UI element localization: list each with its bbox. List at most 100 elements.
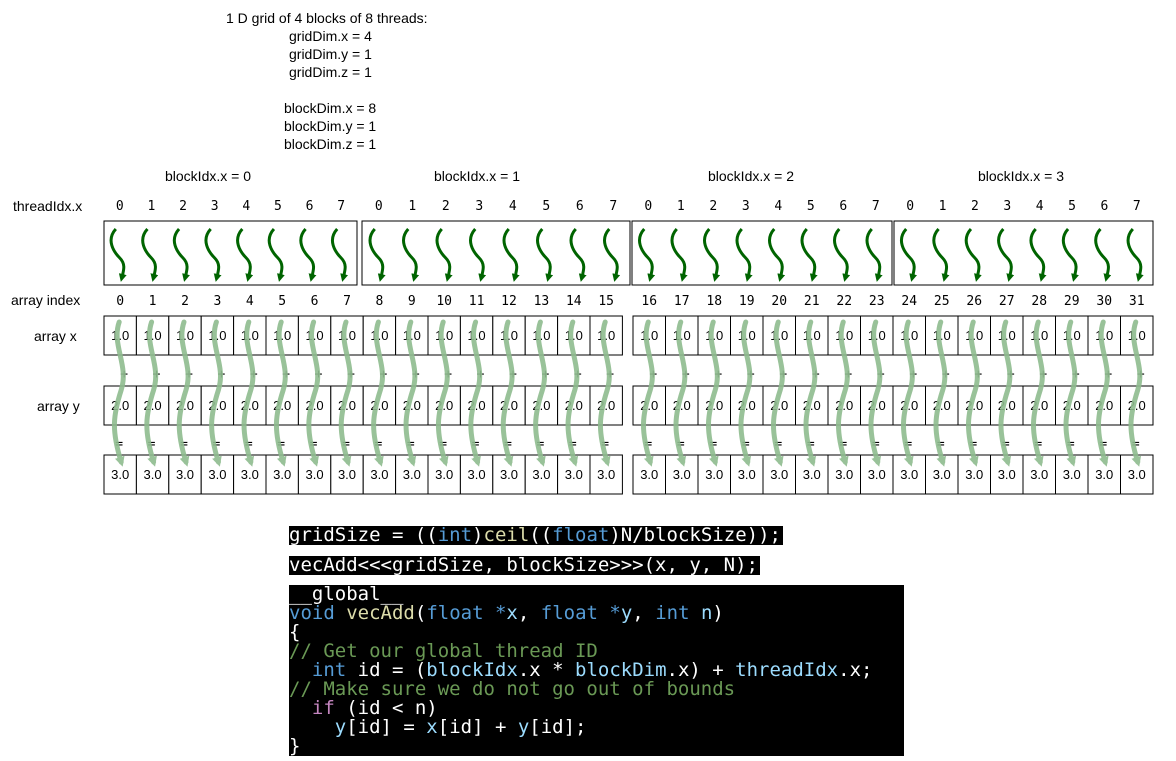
thread-index-0-1: 1 — [148, 199, 156, 214]
array-x-cell-value: 1.0 — [532, 328, 550, 343]
thread-index-0-3: 3 — [211, 199, 219, 214]
code-token: vecAdd<<<gridSize, blockSize>>>(x, y, N)… — [289, 554, 758, 576]
code-token: float — [426, 602, 484, 624]
code-token: threadIdx — [735, 659, 839, 681]
array-x-cell-value: 1.0 — [933, 328, 951, 343]
thread-index-1-1: 1 — [408, 199, 416, 214]
code-token: float — [540, 602, 598, 624]
code-token: gridSize = (( — [289, 524, 438, 546]
thread-index-2-5: 5 — [807, 199, 815, 214]
array-x-cell-value: 1.0 — [705, 328, 723, 343]
array-index-12: 12 — [501, 294, 517, 309]
code-token: x — [426, 716, 438, 738]
array-index-26: 26 — [966, 294, 982, 309]
array-x-cell-value: 1.0 — [965, 328, 983, 343]
thread-index-1-2: 2 — [442, 199, 450, 214]
array-index-11: 11 — [469, 294, 485, 309]
array-index-19: 19 — [739, 294, 755, 309]
block-box-2 — [631, 220, 893, 286]
array-index-22: 22 — [836, 294, 852, 309]
code-kernel-block: __global__ void vecAdd(float *x, float *y… — [289, 585, 904, 756]
thread-index-2-4: 4 — [774, 199, 782, 214]
array-index-14: 14 — [566, 294, 582, 309]
array-x-cell-value: 1.0 — [803, 328, 821, 343]
result-cell-value: 3.0 — [403, 467, 421, 482]
code-gridsize-line: gridSize = ((int)ceil((float)N/blockSize… — [289, 526, 783, 545]
code-token: (( — [529, 524, 553, 546]
code-token: * — [483, 602, 507, 624]
result-cell-value: 3.0 — [565, 467, 583, 482]
thread-index-3-6: 6 — [1101, 199, 1109, 214]
result-cell-value: 3.0 — [597, 467, 615, 482]
thread-index-0-7: 7 — [337, 199, 345, 214]
thread-index-1-0: 0 — [375, 199, 383, 214]
array-index-18: 18 — [706, 294, 722, 309]
array-x-cell-value: 1.0 — [468, 328, 486, 343]
cuda-grid-diagram: 1 D grid of 4 blocks of 8 threads: gridD… — [11, 10, 1154, 495]
result-cell-value: 3.0 — [111, 467, 129, 482]
array-x-cell-value: 1.0 — [1063, 328, 1081, 343]
block-box-0 — [103, 220, 358, 286]
array-x-cell-value: 1.0 — [1095, 328, 1113, 343]
code-token: int — [655, 602, 690, 624]
header-blockdim-x: blockDim.x = 8 — [284, 100, 376, 116]
thread-index-3-1: 1 — [939, 199, 947, 214]
thread-index-3-0: 0 — [906, 199, 914, 214]
result-cell-value: 3.0 — [370, 467, 388, 482]
array-index-10: 10 — [436, 294, 452, 309]
code-token: .x; — [838, 659, 873, 681]
array-index-30: 30 — [1096, 294, 1112, 309]
code-token: ) — [712, 602, 724, 624]
array-x-cell-value: 1.0 — [770, 328, 788, 343]
code-token: [id] + — [437, 716, 518, 738]
block-box-3 — [893, 220, 1154, 286]
diagram-stage: 1 D grid of 4 blocks of 8 threads: gridD… — [0, 0, 1176, 761]
result-cell-value: 3.0 — [900, 467, 918, 482]
array-index-0: 0 — [116, 294, 124, 309]
block-label-2: blockIdx.x = 2 — [708, 168, 794, 184]
array-x-cell-value: 1.0 — [900, 328, 918, 343]
result-cell-value: 3.0 — [803, 467, 821, 482]
array-index-5: 5 — [278, 294, 286, 309]
code-token: , — [517, 602, 541, 624]
result-cell-value: 3.0 — [673, 467, 691, 482]
array-index-3: 3 — [213, 294, 221, 309]
array-index-27: 27 — [999, 294, 1015, 309]
code-token: [id]; — [529, 716, 587, 738]
array-x-cell-value: 1.0 — [1128, 328, 1146, 343]
code-token: n — [700, 602, 713, 624]
thread-index-3-4: 4 — [1036, 199, 1044, 214]
code-launch-line: vecAdd<<<gridSize, blockSize>>>(x, y, N)… — [289, 556, 760, 575]
array-x-cell-value: 1.0 — [111, 328, 129, 343]
array-x-cell-value: 1.0 — [176, 328, 194, 343]
array-x-cell-value: 1.0 — [738, 328, 756, 343]
array-x-cell-value: 1.0 — [273, 328, 291, 343]
result-cell-value: 3.0 — [965, 467, 983, 482]
result-cell-value: 3.0 — [835, 467, 853, 482]
code-token: vecAdd — [346, 602, 415, 624]
result-cell-value: 3.0 — [868, 467, 886, 482]
header-griddim-z: gridDim.z = 1 — [289, 64, 372, 80]
array-index-31: 31 — [1129, 294, 1145, 309]
code-token: float — [552, 524, 610, 546]
thread-index-2-2: 2 — [709, 199, 717, 214]
array-x-cell-value: 1.0 — [306, 328, 324, 343]
array-index-28: 28 — [1031, 294, 1047, 309]
code-kernel-line-8: } — [289, 737, 904, 756]
thread-index-1-7: 7 — [609, 199, 617, 214]
thread-index-2-7: 7 — [872, 199, 880, 214]
row-label-array-index: array index — [11, 292, 80, 308]
thread-index-3-5: 5 — [1068, 199, 1076, 214]
thread-index-0-6: 6 — [306, 199, 314, 214]
array-x-cell-value: 1.0 — [597, 328, 615, 343]
array-index-25: 25 — [934, 294, 950, 309]
thread-blocks: blockIdx.x = 0 0 1 2 3 4 5 6 7 blockIdx.x = 1 0 1 2 3… — [103, 168, 1154, 286]
array-x-cell-value: 1.0 — [835, 328, 853, 343]
array-x-cell-value: 1.0 — [144, 328, 162, 343]
array-x-cell-value: 1.0 — [998, 328, 1016, 343]
result-cell-value: 3.0 — [1095, 467, 1113, 482]
code-token: } — [289, 735, 301, 756]
array-index-16: 16 — [641, 294, 657, 309]
block-label-3: blockIdx.x = 3 — [978, 168, 1064, 184]
array-x-cell-value: 1.0 — [500, 328, 518, 343]
